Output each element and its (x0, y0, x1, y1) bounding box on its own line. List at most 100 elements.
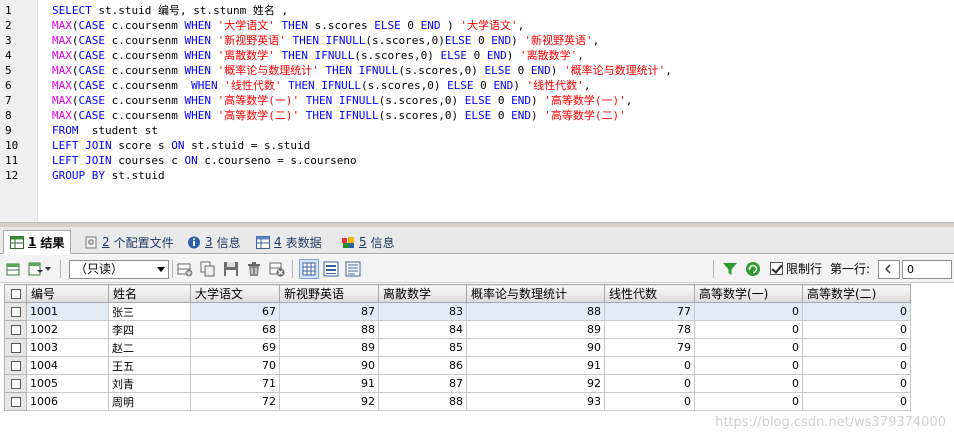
table-cell[interactable]: 0 (694, 320, 803, 339)
table-cell[interactable]: 89 (466, 320, 605, 339)
table-cell[interactable]: 0 (694, 374, 803, 393)
cancel-changes-icon[interactable] (269, 261, 285, 277)
table-cell[interactable]: 0 (802, 302, 911, 321)
table-row[interactable]: 1002 李四 68 88 84 89 78 0 0 (4, 320, 911, 339)
table-cell[interactable]: 77 (604, 302, 695, 321)
table-cell[interactable]: 92 (466, 374, 605, 393)
table-cell[interactable]: 71 (190, 374, 280, 393)
column-header[interactable]: 离散数学 (378, 284, 467, 303)
code-area[interactable]: SELECT st.stuid 编号, st.stunm 姓名 , MAX(CAS… (52, 3, 954, 222)
table-cell[interactable]: 0 (694, 392, 803, 411)
table-cell[interactable]: 78 (604, 320, 695, 339)
table-cell[interactable]: 86 (378, 356, 467, 375)
grid-view-icon[interactable] (299, 259, 319, 279)
table-cell[interactable]: 69 (190, 338, 280, 357)
table-cell[interactable]: 88 (466, 302, 605, 321)
table-cell[interactable]: 92 (279, 392, 379, 411)
table-cell[interactable]: 张三 (108, 302, 191, 321)
table-row[interactable]: 1001 张三 67 87 83 88 77 0 0 (4, 302, 911, 321)
delete-icon[interactable] (246, 261, 262, 277)
tab-profiles[interactable]: 2 个配置文件 (77, 231, 181, 253)
refresh-icon[interactable] (745, 261, 761, 277)
table-cell[interactable]: 0 (604, 392, 695, 411)
table-cell[interactable]: 1002 (26, 320, 109, 339)
column-header[interactable]: 高等数学(一) (694, 284, 803, 303)
dropdown-arrow-icon[interactable] (45, 267, 51, 271)
column-header[interactable]: 概率论与数理统计 (466, 284, 605, 303)
table-cell[interactable]: 李四 (108, 320, 191, 339)
add-row-icon[interactable] (6, 261, 22, 277)
insert-row-icon[interactable] (177, 261, 193, 277)
table-cell[interactable]: 0 (694, 302, 803, 321)
table-cell[interactable]: 70 (190, 356, 280, 375)
tab-results[interactable]: 1 结果 (3, 230, 72, 254)
table-cell[interactable]: 1004 (26, 356, 109, 375)
row-checkbox[interactable] (4, 374, 27, 393)
row-checkbox[interactable] (4, 392, 27, 411)
table-cell[interactable]: 93 (466, 392, 605, 411)
table-cell[interactable]: 0 (604, 374, 695, 393)
table-cell[interactable]: 1006 (26, 392, 109, 411)
text-view-icon[interactable] (345, 261, 361, 277)
duplicate-row-icon[interactable] (200, 261, 216, 277)
table-cell[interactable]: 0 (802, 356, 911, 375)
table-cell[interactable]: 83 (378, 302, 467, 321)
table-cell[interactable]: 72 (190, 392, 280, 411)
table-cell[interactable]: 0 (802, 338, 911, 357)
column-header[interactable]: 编号 (26, 284, 109, 303)
save-icon[interactable] (223, 261, 239, 277)
table-cell[interactable]: 90 (279, 356, 379, 375)
row-checkbox[interactable] (4, 302, 27, 321)
column-header[interactable]: 新视野英语 (279, 284, 379, 303)
row-checkbox[interactable] (4, 338, 27, 357)
filter-icon[interactable] (722, 261, 738, 277)
table-cell[interactable]: 88 (279, 320, 379, 339)
tab-info-2[interactable]: 5 信息 (334, 231, 402, 253)
table-cell[interactable]: 0 (694, 338, 803, 357)
table-cell[interactable]: 87 (279, 302, 379, 321)
table-cell[interactable]: 周明 (108, 392, 191, 411)
table-cell[interactable]: 90 (466, 338, 605, 357)
first-row-input[interactable]: 0 (902, 260, 952, 279)
table-row[interactable]: 1006 周明 72 92 88 93 0 0 0 (4, 392, 911, 411)
table-row[interactable]: 1003 赵二 69 89 85 90 79 0 0 (4, 338, 911, 357)
column-header[interactable]: 高等数学(二) (802, 284, 911, 303)
table-cell[interactable]: 87 (378, 374, 467, 393)
column-header[interactable]: 线性代数 (604, 284, 695, 303)
row-checkbox[interactable] (4, 356, 27, 375)
table-cell[interactable]: 赵二 (108, 338, 191, 357)
readonly-mode-select[interactable]: （只读） (69, 260, 169, 279)
table-row[interactable]: 1005 刘青 71 91 87 92 0 0 0 (4, 374, 911, 393)
table-cell[interactable]: 85 (378, 338, 467, 357)
table-cell[interactable]: 1001 (26, 302, 109, 321)
table-cell[interactable]: 68 (190, 320, 280, 339)
table-cell[interactable]: 0 (802, 374, 911, 393)
column-header[interactable]: 姓名 (108, 284, 191, 303)
table-cell[interactable]: 王五 (108, 356, 191, 375)
column-header[interactable]: 大学语文 (190, 284, 280, 303)
table-cell[interactable]: 1003 (26, 338, 109, 357)
table-cell[interactable]: 84 (378, 320, 467, 339)
table-cell[interactable]: 刘青 (108, 374, 191, 393)
form-view-icon[interactable] (323, 261, 339, 277)
export-icon[interactable] (28, 261, 44, 277)
table-cell[interactable]: 0 (802, 392, 911, 411)
table-cell[interactable]: 79 (604, 338, 695, 357)
row-checkbox[interactable] (4, 320, 27, 339)
sql-editor[interactable]: 1 2 3 4 5 6 7 8 9 10 11 12 SELECT st.stuid 编号, st.s… (0, 0, 954, 222)
table-cell[interactable]: 1005 (26, 374, 109, 393)
limit-rows-checkbox[interactable] (770, 262, 783, 275)
first-row-stepper[interactable] (878, 260, 900, 279)
tab-table-data[interactable]: 4 表数据 (249, 231, 329, 253)
tab-info[interactable]: 3 信息 (180, 231, 248, 253)
table-cell[interactable]: 89 (279, 338, 379, 357)
table-cell[interactable]: 67 (190, 302, 280, 321)
table-row[interactable]: 1004 王五 70 90 86 91 0 0 0 (4, 356, 911, 375)
table-cell[interactable]: 91 (466, 356, 605, 375)
table-cell[interactable]: 0 (802, 320, 911, 339)
table-cell[interactable]: 88 (378, 392, 467, 411)
table-cell[interactable]: 91 (279, 374, 379, 393)
select-all-checkbox[interactable] (4, 284, 27, 303)
table-cell[interactable]: 0 (604, 356, 695, 375)
table-cell[interactable]: 0 (694, 356, 803, 375)
